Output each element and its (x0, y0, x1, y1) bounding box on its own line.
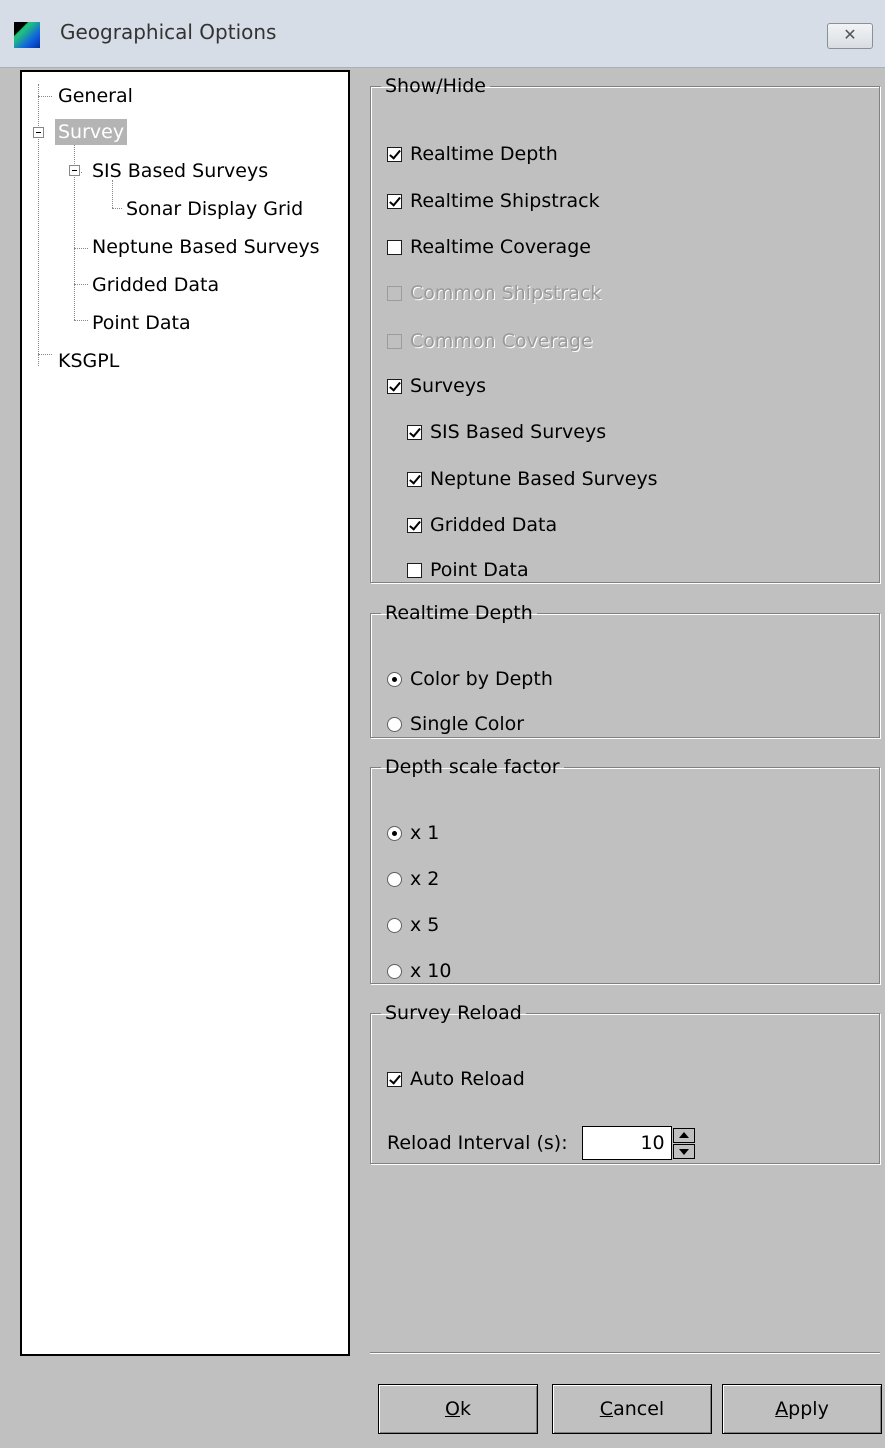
scale-x1-radio[interactable]: x 1 (387, 822, 439, 844)
title-bar: Geographical Options ✕ (0, 0, 885, 68)
checkbox-unchecked-icon[interactable] (407, 562, 422, 578)
radio-label: x 10 (410, 960, 452, 982)
spin-down-icon[interactable] (672, 1144, 695, 1159)
depth-scale-legend: Depth scale factor (385, 756, 560, 778)
realtime-depth-legend: Realtime Depth (385, 602, 533, 624)
tree-item-general[interactable]: General (58, 83, 133, 109)
checkbox-label: Realtime Depth (410, 143, 558, 165)
ok-label: k (459, 1398, 471, 1420)
radio-label: Single Color (410, 713, 525, 735)
apply-accelerator: A (775, 1398, 789, 1420)
spin-up-icon[interactable] (672, 1128, 695, 1143)
checkbox-label: Surveys (410, 375, 486, 397)
checkbox-label: Auto Reload (410, 1068, 525, 1090)
checkbox-label: Common Coverage (410, 330, 593, 352)
radio-label: Color by Depth (410, 668, 553, 690)
button-separator (370, 1352, 880, 1354)
color-by-depth-radio[interactable]: Color by Depth (387, 668, 553, 690)
show-hide-group: Show/Hide Realtime Depth Realtime Shipst… (370, 75, 880, 583)
tree-item-sis-based-surveys[interactable]: SIS Based Surveys (92, 158, 268, 184)
reload-interval-row: Reload Interval (s): 10 (387, 1126, 695, 1160)
reload-interval-label: Reload Interval (s): (387, 1132, 568, 1154)
tree-item-neptune-based-surveys[interactable]: Neptune Based Surveys (92, 234, 320, 260)
sis-based-surveys-checkbox[interactable]: SIS Based Surveys (407, 421, 606, 443)
survey-reload-legend: Survey Reload (385, 1002, 522, 1024)
survey-reload-group: Survey Reload Auto Reload Reload Interva… (370, 1002, 880, 1164)
tree-item-ksgpl[interactable]: KSGPL (58, 348, 119, 374)
radio-selected-icon[interactable] (387, 825, 402, 841)
window-title: Geographical Options (60, 20, 277, 44)
survey-collapse-icon[interactable] (33, 127, 44, 138)
tree-item-sonar-display-grid[interactable]: Sonar Display Grid (126, 196, 303, 222)
checkbox-label: Realtime Shipstrack (410, 190, 600, 212)
radio-selected-icon[interactable] (387, 671, 402, 687)
common-shipstrack-checkbox: Common Shipstrack (387, 282, 601, 304)
show-hide-legend: Show/Hide (385, 75, 486, 97)
radio-label: x 1 (410, 822, 440, 844)
checkbox-label: Gridded Data (430, 514, 558, 536)
realtime-coverage-checkbox[interactable]: Realtime Coverage (387, 236, 591, 258)
checkbox-checked-icon[interactable] (387, 146, 402, 162)
radio-label: x 2 (410, 868, 440, 890)
checkbox-label: Neptune Based Surveys (430, 468, 658, 490)
radio-unselected-icon[interactable] (387, 917, 402, 933)
ok-button[interactable]: Ok (378, 1384, 538, 1434)
common-coverage-checkbox: Common Coverage (387, 330, 593, 352)
checkbox-checked-icon[interactable] (407, 424, 422, 440)
realtime-depth-checkbox[interactable]: Realtime Depth (387, 143, 558, 165)
checkbox-checked-icon[interactable] (407, 471, 422, 487)
tree-item-point-data[interactable]: Point Data (92, 310, 191, 336)
options-tree[interactable]: General Survey SIS Based Surveys Sonar D… (20, 70, 350, 1356)
sis-surveys-collapse-icon[interactable] (69, 165, 80, 176)
checkbox-label: SIS Based Surveys (430, 421, 607, 443)
checkbox-disabled-icon (387, 333, 402, 349)
cancel-button[interactable]: Cancel (552, 1384, 712, 1434)
realtime-depth-group: Realtime Depth Color by Depth Single Col… (370, 602, 880, 738)
checkbox-checked-icon[interactable] (407, 517, 422, 533)
tree-item-survey[interactable]: Survey (55, 119, 128, 145)
close-button[interactable]: ✕ (827, 23, 873, 49)
checkbox-label: Point Data (430, 559, 529, 581)
reload-interval-spinner[interactable] (672, 1128, 695, 1160)
tree-item-gridded-data[interactable]: Gridded Data (92, 272, 219, 298)
surveys-checkbox[interactable]: Surveys (387, 375, 486, 397)
checkbox-checked-icon[interactable] (387, 193, 402, 209)
checkbox-unchecked-icon[interactable] (387, 239, 402, 255)
depth-scale-group: Depth scale factor x 1 x 2 x 5 x 10 (370, 756, 880, 984)
single-color-radio[interactable]: Single Color (387, 713, 524, 735)
radio-label: x 5 (410, 914, 440, 936)
radio-unselected-icon[interactable] (387, 871, 402, 887)
radio-unselected-icon[interactable] (387, 963, 402, 979)
scale-x5-radio[interactable]: x 5 (387, 914, 439, 936)
app-icon (14, 22, 40, 48)
radio-unselected-icon[interactable] (387, 716, 402, 732)
realtime-shipstrack-checkbox[interactable]: Realtime Shipstrack (387, 190, 600, 212)
checkbox-label: Common Shipstrack (410, 282, 602, 304)
cancel-label: ancel (613, 1398, 665, 1420)
checkbox-checked-icon[interactable] (387, 1071, 402, 1087)
apply-label: pply (788, 1398, 829, 1420)
scale-x10-radio[interactable]: x 10 (387, 960, 451, 982)
point-data-checkbox[interactable]: Point Data (407, 559, 529, 581)
gridded-data-checkbox[interactable]: Gridded Data (407, 514, 557, 536)
auto-reload-checkbox[interactable]: Auto Reload (387, 1068, 525, 1090)
scale-x2-radio[interactable]: x 2 (387, 868, 439, 890)
neptune-based-surveys-checkbox[interactable]: Neptune Based Surveys (407, 468, 658, 490)
apply-button[interactable]: Apply (722, 1384, 882, 1434)
checkbox-checked-icon[interactable] (387, 378, 402, 394)
checkbox-disabled-icon (387, 285, 402, 301)
ok-accelerator: O (445, 1398, 460, 1420)
reload-interval-value: 10 (640, 1132, 665, 1154)
reload-interval-input[interactable]: 10 (581, 1126, 695, 1160)
checkbox-label: Realtime Coverage (410, 236, 591, 258)
cancel-accelerator: C (599, 1398, 614, 1420)
